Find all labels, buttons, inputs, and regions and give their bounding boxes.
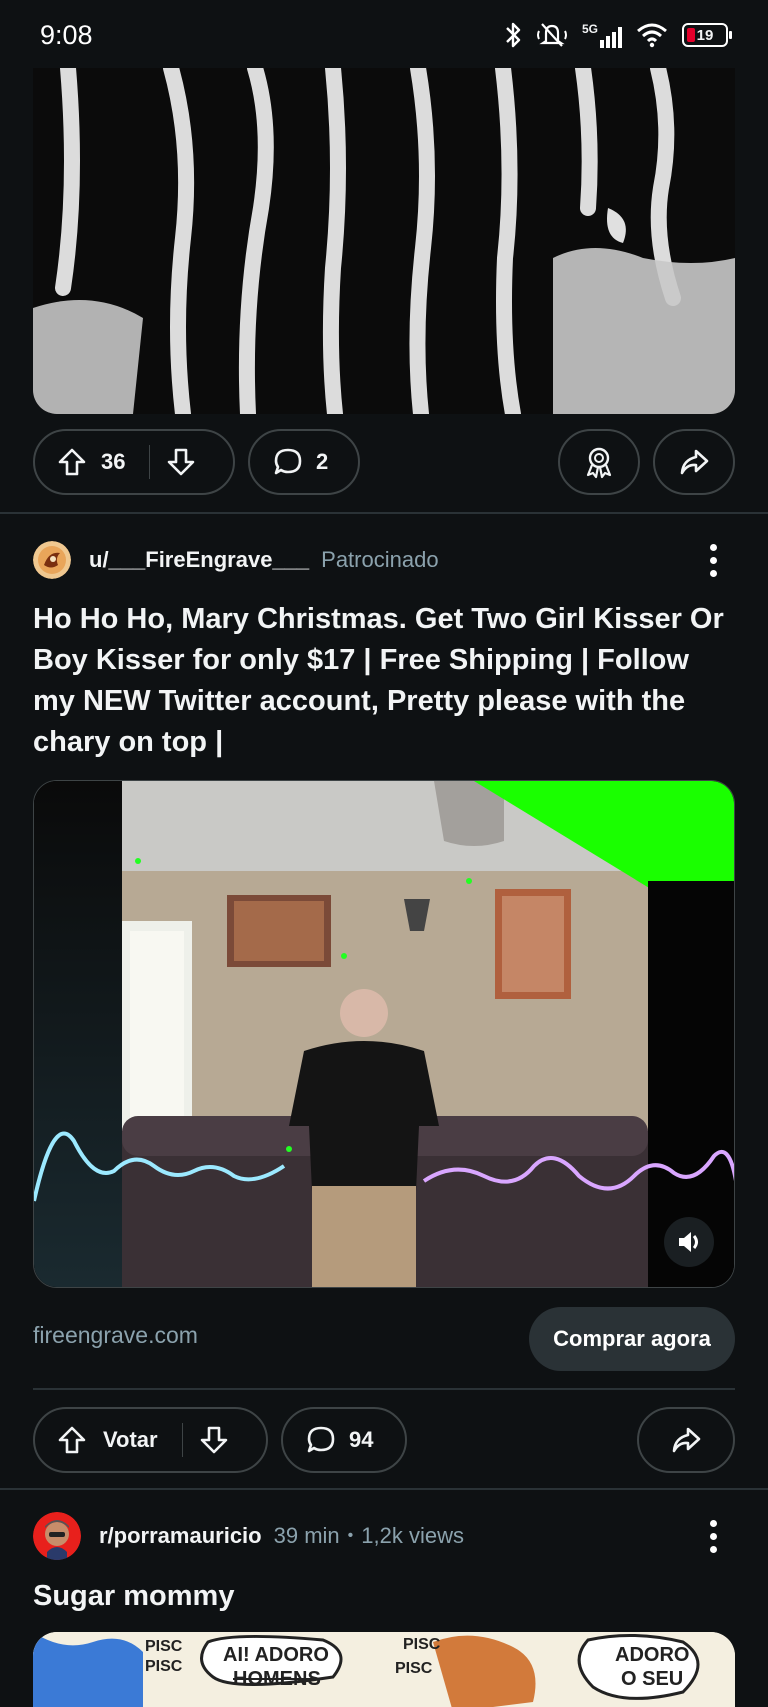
vote-pill: 36 xyxy=(33,429,235,495)
comic-text-o-seu: O SEU xyxy=(621,1668,684,1690)
comments-button[interactable]: 2 xyxy=(248,429,360,495)
wifi-icon xyxy=(637,23,667,48)
upvote-arrow-icon xyxy=(58,448,86,476)
comic-text-homens: HOMENS xyxy=(233,1668,321,1690)
post-image[interactable] xyxy=(33,68,735,414)
comic-text-pisc-2: PISC xyxy=(145,1658,183,1675)
status-bar: 9:08 5G 19 xyxy=(0,0,768,70)
post-image-graphic xyxy=(33,68,735,414)
post-views: 1,2k views xyxy=(361,1523,464,1548)
mute-bell-icon xyxy=(536,23,567,47)
battery-level: 19 xyxy=(696,26,714,44)
downvote-arrow-icon xyxy=(200,1426,227,1454)
ad-downvote-button[interactable] xyxy=(183,1425,229,1455)
ad-upvote-button[interactable]: Votar xyxy=(35,1425,158,1455)
post-divider xyxy=(0,1488,768,1490)
comic-text-pisc-4: PISC xyxy=(395,1660,433,1677)
comment-bubble-icon xyxy=(307,1426,335,1453)
share-arrow-icon xyxy=(680,449,709,475)
comic-text-ai-adoro: AI! ADORO xyxy=(223,1644,329,1666)
comment-bubble-icon xyxy=(274,448,302,475)
post-time: 39 min xyxy=(273,1523,340,1548)
downvote-button[interactable] xyxy=(150,447,196,477)
ad-share-button[interactable] xyxy=(637,1407,735,1473)
post3-header: r/porramauricio 39 min • 1,2k views xyxy=(33,1512,464,1560)
meta-separator: • xyxy=(347,1527,354,1544)
ad-post-header: u/___FireEngrave___ Patrocinado xyxy=(33,538,439,582)
comic-text-adoro: ADORO xyxy=(615,1644,690,1666)
ad-comments-button[interactable]: 94 xyxy=(281,1407,407,1473)
ad-post-title[interactable]: Ho Ho Ho, Mary Christmas. Get Two Girl K… xyxy=(33,599,733,763)
post-divider xyxy=(0,512,768,514)
comic-text-pisc-1: PISC xyxy=(145,1638,183,1655)
advertiser-username[interactable]: u/___FireEngrave___ xyxy=(89,547,309,573)
award-button[interactable] xyxy=(558,429,640,495)
post3-more-options-icon[interactable] xyxy=(708,1520,718,1553)
battery-icon: 19 xyxy=(682,23,732,47)
downvote-arrow-icon xyxy=(168,448,195,476)
upvote-count: 36 xyxy=(101,449,126,474)
shop-now-button[interactable]: Comprar agora xyxy=(529,1307,735,1371)
upvote-arrow-icon xyxy=(58,1426,86,1454)
ad-video[interactable] xyxy=(33,780,735,1288)
ad-comment-count: 94 xyxy=(349,1427,374,1452)
post3-title[interactable]: Sugar mommy xyxy=(33,1576,733,1617)
ad-footer-divider xyxy=(33,1388,735,1390)
upvote-button[interactable]: 36 xyxy=(35,447,125,477)
ad-domain-link[interactable]: fireengrave.com xyxy=(33,1322,198,1349)
status-icons: 5G 19 xyxy=(504,21,732,49)
ad-vote-pill: Votar xyxy=(33,1407,268,1473)
signal-5g-icon: 5G xyxy=(582,22,622,48)
comic-text-pisc-3: PISC xyxy=(403,1636,441,1653)
volume-toggle-button[interactable] xyxy=(664,1217,714,1267)
bluetooth-icon xyxy=(506,22,521,48)
award-icon xyxy=(586,447,612,479)
status-time: 9:08 xyxy=(40,19,93,50)
vote-label: Votar xyxy=(103,1427,158,1452)
ad-video-frame xyxy=(34,781,734,1287)
sponsored-label: Patrocinado xyxy=(321,547,439,572)
ad-more-options-icon[interactable] xyxy=(708,544,718,577)
volume-icon xyxy=(679,1232,698,1252)
subreddit-name[interactable]: r/porramauricio xyxy=(99,1523,262,1549)
share-arrow-icon xyxy=(672,1427,701,1453)
subreddit-avatar[interactable] xyxy=(33,1512,81,1560)
comment-count: 2 xyxy=(316,449,329,474)
network-label: 5G xyxy=(581,22,598,36)
advertiser-avatar[interactable] xyxy=(33,541,71,579)
post3-image[interactable]: PISC PISC AI! ADORO HOMENS PISC PISC ADO… xyxy=(33,1632,735,1707)
share-button[interactable] xyxy=(653,429,735,495)
